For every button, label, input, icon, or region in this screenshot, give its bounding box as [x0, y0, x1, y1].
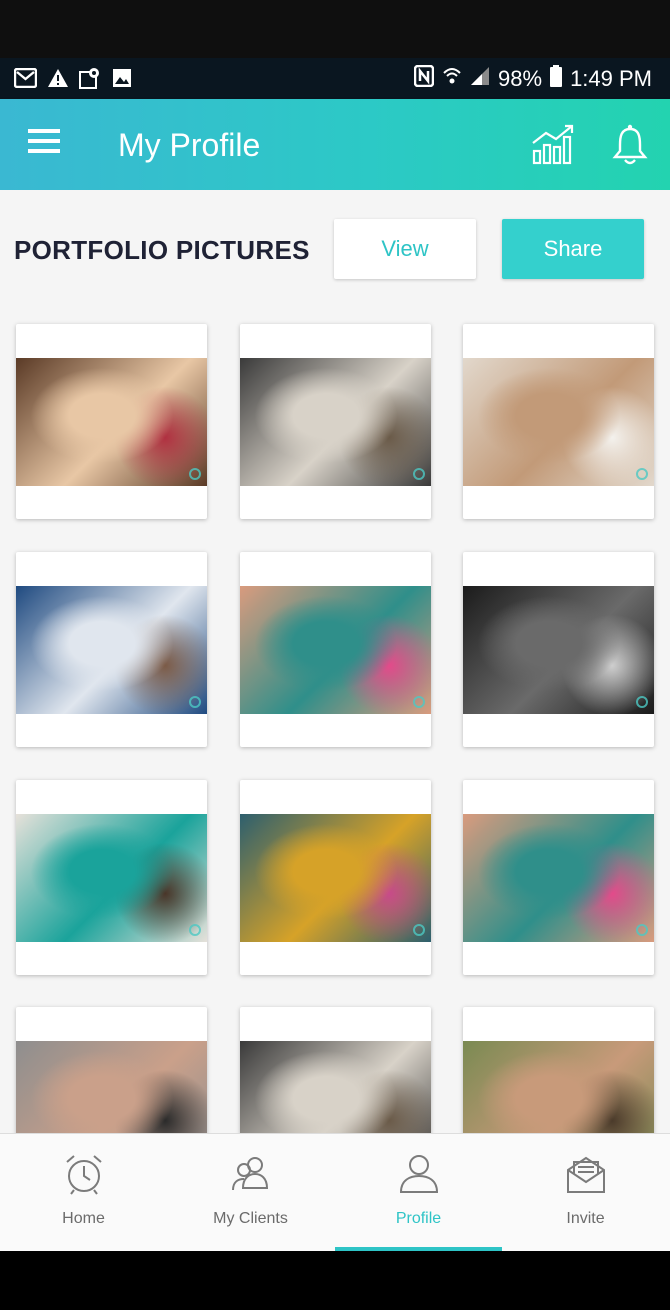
portfolio-photo-tile[interactable]	[240, 1007, 431, 1133]
portfolio-photo	[16, 358, 207, 486]
share-button[interactable]: Share	[502, 219, 644, 279]
signal-icon	[470, 66, 490, 92]
watermark-icon	[636, 696, 648, 708]
portfolio-photo-tile[interactable]	[240, 552, 431, 747]
portfolio-photo	[16, 586, 207, 714]
portfolio-photo-tile[interactable]	[16, 552, 207, 747]
maps-icon	[78, 66, 101, 89]
portfolio-photo	[16, 814, 207, 942]
portfolio-photo-tile[interactable]	[463, 552, 654, 747]
watermark-icon	[189, 924, 201, 936]
portfolio-photo-tile[interactable]	[16, 780, 207, 975]
view-button[interactable]: View	[334, 219, 476, 279]
portfolio-photo	[463, 358, 654, 486]
battery-text: 98%	[498, 66, 543, 91]
portfolio-photo	[463, 814, 654, 942]
portfolio-photo-tile[interactable]	[16, 1007, 207, 1133]
watermark-icon	[413, 696, 425, 708]
portfolio-photo-tile[interactable]	[463, 324, 654, 519]
portfolio-photo	[463, 586, 654, 714]
portfolio-photo-tile[interactable]	[240, 780, 431, 975]
users-icon	[229, 1152, 273, 1196]
portfolio-photo	[240, 814, 431, 942]
nav-profile[interactable]: Profile	[335, 1134, 502, 1252]
portfolio-heading: PORTFOLIO PICTURES	[14, 235, 310, 265]
nav-invite-label: Invite	[566, 1210, 605, 1227]
watermark-icon	[189, 468, 201, 480]
page-title: My Profile	[118, 127, 261, 163]
nav-profile-label: Profile	[395, 1210, 442, 1227]
menu-icon[interactable]	[28, 129, 64, 159]
gmail-icon	[14, 66, 37, 89]
portfolio-photo	[240, 586, 431, 714]
portfolio-photo-tile[interactable]	[240, 324, 431, 519]
app-bar: My Profile	[0, 99, 670, 190]
user-icon	[397, 1152, 441, 1196]
nfc-icon	[413, 64, 435, 93]
portfolio-section: PORTFOLIO PICTURES View Share	[0, 190, 670, 1133]
top-black-bar	[0, 0, 670, 58]
bottom-navigation: Home My Clients Profile Invite	[0, 1133, 670, 1251]
watermark-icon	[636, 468, 648, 480]
status-bar: 98% 1:49 PM	[0, 58, 670, 99]
bar-chart-icon[interactable]	[530, 123, 576, 165]
portfolio-photo-tile[interactable]	[16, 324, 207, 519]
alarm-clock-icon	[62, 1152, 106, 1196]
wifi-icon	[442, 66, 462, 92]
watermark-icon	[413, 468, 425, 480]
watermark-icon	[636, 924, 648, 936]
battery-icon	[550, 65, 563, 93]
watermark-icon	[189, 696, 201, 708]
portfolio-photo-tile[interactable]	[463, 780, 654, 975]
portfolio-photo	[463, 1041, 654, 1133]
portfolio-photo	[16, 1041, 207, 1133]
clock-text: 1:49 PM	[570, 66, 652, 91]
envelope-icon	[564, 1152, 608, 1196]
portfolio-photo-tile[interactable]	[463, 1007, 654, 1133]
watermark-icon	[413, 924, 425, 936]
portfolio-photo	[240, 1041, 431, 1133]
portfolio-photo	[240, 358, 431, 486]
gallery-icon	[110, 66, 133, 89]
nav-my-clients[interactable]: My Clients	[167, 1134, 334, 1252]
nav-my-clients-label: My Clients	[213, 1210, 288, 1227]
nav-home[interactable]: Home	[0, 1134, 167, 1252]
bell-icon[interactable]	[612, 123, 650, 167]
bottom-black-bar	[0, 1251, 670, 1310]
nav-invite[interactable]: Invite	[502, 1134, 669, 1252]
nav-home-label: Home	[62, 1210, 105, 1227]
alert-icon	[46, 66, 69, 89]
